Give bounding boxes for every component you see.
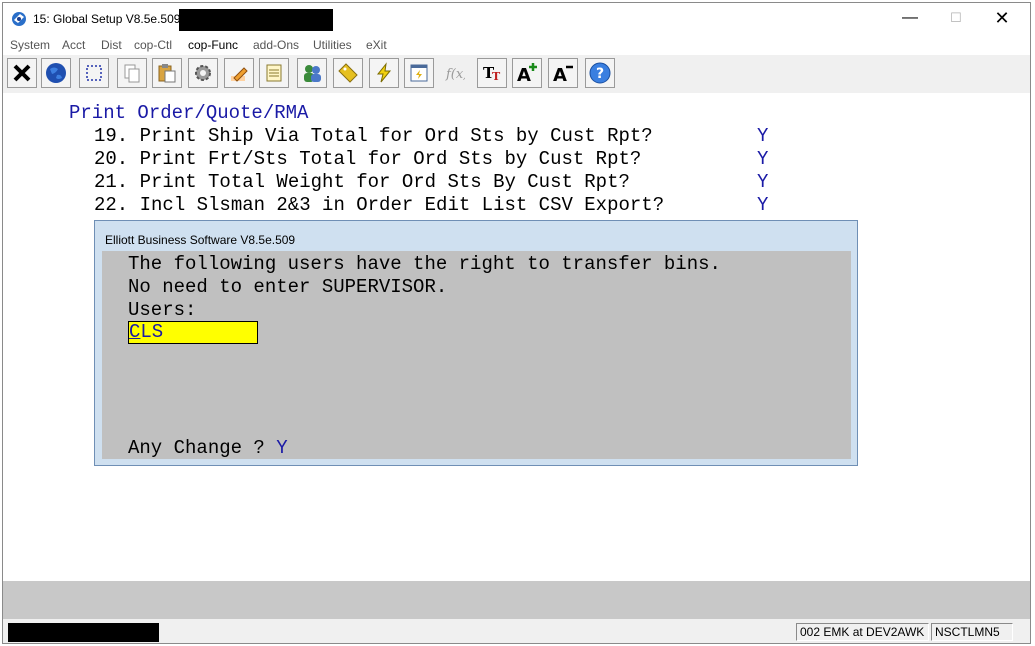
tag-icon[interactable] — [333, 58, 363, 88]
font-larger-icon[interactable]: A — [512, 58, 542, 88]
screen-heading: Print Order/Quote/RMA — [69, 102, 309, 124]
close-window-button[interactable]: ✕ — [979, 3, 1025, 35]
option-22-label: 22. Incl Slsman 2&3 in Order Edit List C… — [94, 194, 665, 216]
window-title: 15: Global Setup V8.5e.509 - — [33, 12, 188, 26]
change-prompt: Any Change ? Y — [128, 437, 288, 459]
app-icon — [12, 12, 26, 26]
dialog-message-line-1: The following users have the right to tr… — [128, 253, 721, 275]
edit-icon[interactable] — [224, 58, 254, 88]
menu-dist[interactable]: Dist — [101, 38, 122, 52]
svg-text:f(x): f(x) — [445, 67, 465, 82]
svg-text:A: A — [517, 65, 531, 85]
option-21-label: 21. Print Total Weight for Ord Sts By Cu… — [94, 171, 630, 193]
dialog-body: The following users have the right to tr… — [102, 251, 851, 459]
font-smaller-icon[interactable]: A — [548, 58, 578, 88]
text-cursor-char: C — [129, 321, 141, 343]
menu-add-ons[interactable]: add-Ons — [253, 38, 299, 52]
menu-acct[interactable]: Acct — [62, 38, 85, 52]
menu-utilities[interactable]: Utilities — [313, 38, 352, 52]
dialog-message-line-2: No need to enter SUPERVISOR. — [128, 276, 448, 298]
option-20-value[interactable]: Y — [757, 148, 768, 170]
option-22-value[interactable]: Y — [757, 194, 768, 216]
title-bar: 15: Global Setup V8.5e.509 - — ☐ ✕ — [3, 3, 1030, 35]
svg-text:A: A — [553, 65, 567, 85]
function-icon[interactable]: f(x) — [439, 58, 469, 88]
run-icon[interactable] — [404, 58, 434, 88]
font-icon[interactable]: TT — [477, 58, 507, 88]
svg-text:T: T — [492, 70, 501, 83]
option-19-label: 19. Print Ship Via Total for Ord Sts by … — [94, 125, 653, 147]
dialog-window: Elliott Business Software V8.5e.509 The … — [94, 220, 858, 466]
menu-exit[interactable]: eXit — [366, 38, 387, 52]
option-21-value[interactable]: Y — [757, 171, 768, 193]
redacted-block — [8, 623, 159, 642]
maximize-button[interactable]: ☐ — [933, 3, 979, 35]
menu-system[interactable]: System — [10, 38, 50, 52]
empty-panel — [3, 581, 1030, 619]
status-station: NSCTLMN5 — [931, 623, 1013, 641]
minimize-button[interactable]: — — [887, 3, 933, 35]
status-user-info: 002 EMK at DEV2AWK — [796, 623, 929, 641]
change-prompt-label: Any Change ? — [128, 437, 265, 459]
toolbar: f(x) TT A A ? — [3, 55, 1030, 93]
users-label: Users: — [128, 299, 197, 321]
copy-icon[interactable] — [117, 58, 147, 88]
settings-icon[interactable] — [188, 58, 218, 88]
status-bar: 002 EMK at DEV2AWK NSCTLMN5 — [3, 619, 1030, 643]
redacted-block — [179, 9, 333, 31]
notepad-icon[interactable] — [259, 58, 289, 88]
menu-bar: System Acct Dist cop-Ctl cop-Func add-On… — [3, 35, 1030, 55]
dialog-title: Elliott Business Software V8.5e.509 — [105, 233, 296, 247]
menu-cop-ctl[interactable]: cop-Ctl — [134, 38, 172, 52]
close-icon[interactable] — [7, 58, 37, 88]
help-icon[interactable]: ? — [585, 58, 615, 88]
option-19-value[interactable]: Y — [757, 125, 768, 147]
select-icon[interactable] — [79, 58, 109, 88]
globe-icon[interactable] — [41, 58, 71, 88]
user-input-value: LS — [140, 321, 164, 343]
change-prompt-value[interactable]: Y — [276, 437, 287, 459]
menu-cop-func[interactable]: cop-Func — [188, 38, 238, 52]
paste-icon[interactable] — [152, 58, 182, 88]
lightning-icon[interactable] — [369, 58, 399, 88]
users-icon[interactable] — [297, 58, 327, 88]
option-20-label: 20. Print Frt/Sts Total for Ord Sts by C… — [94, 148, 642, 170]
svg-text:?: ? — [596, 66, 604, 82]
user-input[interactable]: CLS — [128, 321, 258, 344]
